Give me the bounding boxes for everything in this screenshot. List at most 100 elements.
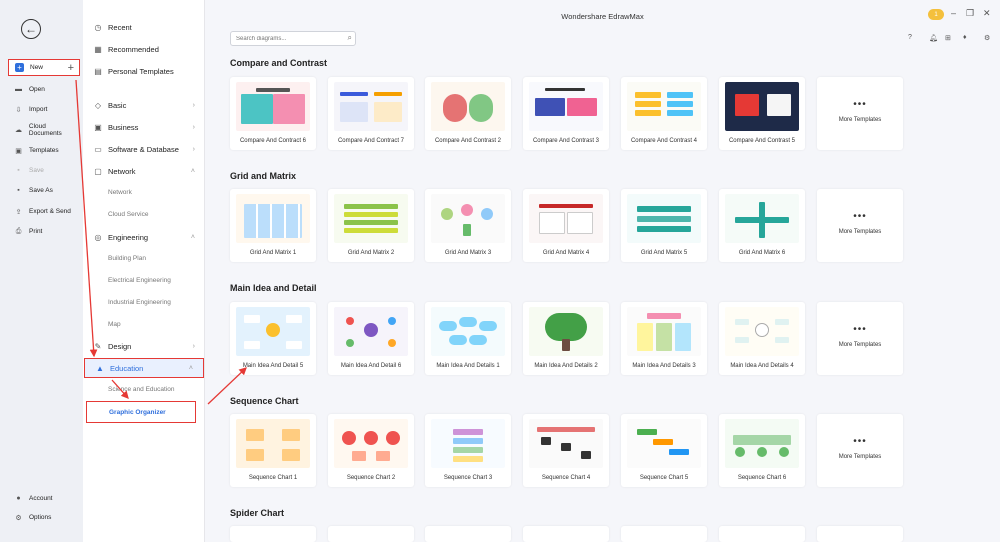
search-icon[interactable]: ⌕ [348,33,352,43]
template-card[interactable]: Compare And Contrast 4 [621,77,707,150]
export-icon: ⇪ [15,208,22,216]
template-card[interactable] [817,526,903,542]
category-design[interactable]: ✎ Design › [83,336,205,356]
template-card[interactable]: Compare And Contract 7 [328,77,414,150]
template-card[interactable] [523,526,609,542]
chevron-up-icon: ˄ [190,167,195,175]
apps-icon[interactable]: ⊞ [945,34,951,42]
software-icon: ▭ [94,144,102,154]
chevron-up-icon: ˄ [190,233,195,241]
search-box[interactable]: ⌕ [230,31,356,46]
settings-icon[interactable]: ⚙ [984,34,990,42]
help-icon[interactable]: ? [908,34,912,41]
save-icon: ▪ [17,167,20,174]
template-card[interactable]: Main Idea And Details 4 [719,302,805,375]
account-icon: ● [16,495,21,502]
template-card[interactable]: Main Idea And Detail 6 [328,302,414,375]
more-icon: ••• [853,211,867,222]
more-icon: ••• [853,99,867,110]
folder-icon: ▬ [15,86,22,93]
category-personal-templates[interactable]: ▤ Personal Templates [83,61,205,81]
more-templates-button[interactable]: ••• More Templates [817,414,903,487]
template-thumbnail [334,82,408,131]
subcategory-network[interactable]: Network [108,189,132,196]
arrow-left-icon: ← [25,22,37,36]
subcategory-industrial-engineering[interactable]: Industrial Engineering [108,299,171,306]
template-card[interactable]: Main Idea And Details 3 [621,302,707,375]
more-icon: ••• [853,436,867,447]
category-education[interactable]: ▲ Education ˄ [84,358,204,378]
print-button[interactable]: ⎙ Print [8,223,80,240]
template-thumbnail [334,419,408,468]
save-as-button[interactable]: ▪ Save As [8,182,80,199]
business-icon: ▣ [94,122,102,132]
subcategory-science-education[interactable]: Science and Education [108,386,175,393]
template-card[interactable]: Grid And Matrix 4 [523,189,609,262]
templates-button[interactable]: ▣ Templates [8,142,80,159]
template-card[interactable] [425,526,511,542]
template-card[interactable]: Grid And Matrix 5 [621,189,707,262]
template-card[interactable]: Sequence Chart 6 [719,414,805,487]
theme-icon[interactable]: ♦ [963,34,967,41]
more-templates-button[interactable]: ••• More Templates [817,189,903,262]
subcategory-graphic-organizer[interactable]: Graphic Organizer [86,401,196,423]
template-card[interactable]: Main Idea And Detail 5 [230,302,316,375]
notification-badge[interactable]: 1 [928,9,944,20]
chevron-right-icon: › [192,145,195,153]
template-card[interactable] [230,526,316,542]
template-card[interactable]: Compare And Contrast 3 [523,77,609,150]
chevron-right-icon: › [192,101,195,109]
category-business[interactable]: ▣ Business › [83,117,205,137]
open-button[interactable]: ▬ Open [8,81,80,98]
template-card[interactable]: Compare And Contract 6 [230,77,316,150]
new-button[interactable]: + New + [8,59,80,76]
cloud-documents-button[interactable]: ☁ Cloud Documents [8,121,80,138]
back-button[interactable]: ← [21,19,41,39]
left-panel: ← + New + ▬ Open ⇩ Import ☁ Cloud Documents… [0,0,83,542]
template-card[interactable]: Main Idea And Details 2 [523,302,609,375]
search-input[interactable] [231,32,339,45]
options-button[interactable]: ⚙ Options [8,509,80,526]
design-icon: ✎ [94,341,102,351]
export-send-button[interactable]: ⇪ Export & Send [8,203,80,220]
category-recent[interactable]: ◷ Recent [83,17,205,37]
restore-icon[interactable]: ❐ [966,8,974,19]
category-network[interactable]: ▢ Network ˄ [83,161,205,181]
more-templates-button[interactable]: ••• More Templates [817,77,903,150]
template-card[interactable]: Grid And Matrix 6 [719,189,805,262]
template-card[interactable]: Sequence Chart 4 [523,414,609,487]
subcategory-map[interactable]: Map [108,321,121,328]
template-card[interactable]: Compare And Contrast 2 [425,77,511,150]
category-basic[interactable]: ◇ Basic › [83,95,205,115]
template-card[interactable]: Grid And Matrix 1 [230,189,316,262]
template-card[interactable]: Main Idea And Details 1 [425,302,511,375]
save-button[interactable]: ▪ Save [8,162,80,179]
template-card[interactable]: Sequence Chart 3 [425,414,511,487]
template-card[interactable]: Sequence Chart 5 [621,414,707,487]
template-card[interactable] [719,526,805,542]
close-icon[interactable]: ✕ [983,8,991,19]
template-thumbnail [725,419,799,468]
subcategory-electrical-engineering[interactable]: Electrical Engineering [108,277,171,284]
bell-icon[interactable]: 🔔︎ [929,34,938,42]
account-button[interactable]: ● Account [8,490,80,507]
template-card[interactable]: Grid And Matrix 3 [425,189,511,262]
subcategory-cloud-service[interactable]: Cloud Service [108,211,148,218]
template-card[interactable]: Sequence Chart 1 [230,414,316,487]
category-engineering[interactable]: ◎ Engineering ˄ [83,227,205,247]
category-recommended[interactable]: ▦ Recommended [83,39,205,59]
subcategory-building-plan[interactable]: Building Plan [108,255,146,262]
template-card[interactable] [621,526,707,542]
template-card[interactable]: Grid And Matrix 2 [328,189,414,262]
minimize-icon[interactable]: – [951,8,956,18]
template-thumbnail [236,194,310,243]
category-software-database[interactable]: ▭ Software & Database › [83,139,205,159]
import-button[interactable]: ⇩ Import [8,101,80,118]
plus-icon[interactable]: + [68,62,74,74]
more-templates-button[interactable]: ••• More Templates [817,302,903,375]
template-card[interactable]: Sequence Chart 2 [328,414,414,487]
template-card[interactable] [328,526,414,542]
tag-icon: ◇ [94,100,102,110]
template-card[interactable]: Compare And Contrast 5 [719,77,805,150]
template-thumbnail [236,307,310,356]
